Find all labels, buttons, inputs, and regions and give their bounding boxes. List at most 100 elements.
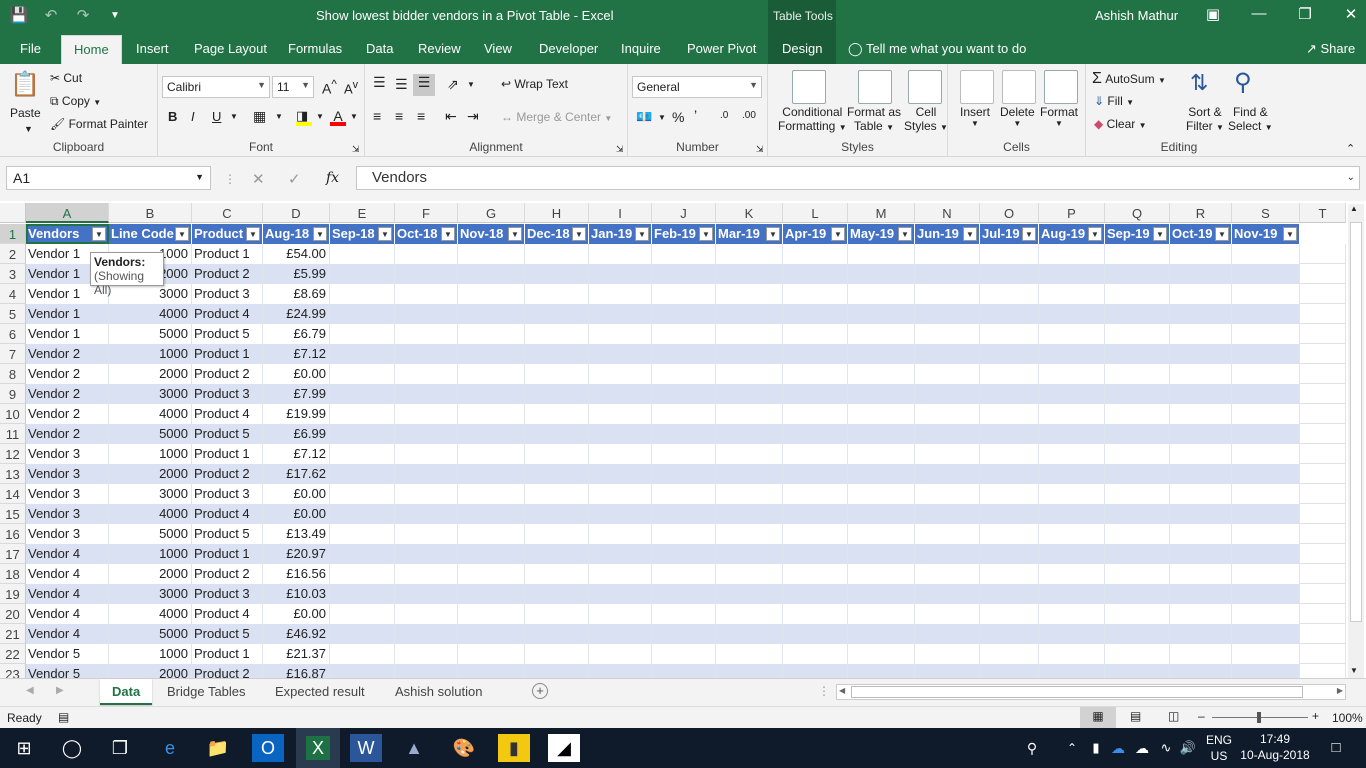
table-cell[interactable] [1039, 604, 1105, 624]
table-cell[interactable]: £54.00 [263, 244, 330, 264]
table-cell[interactable] [980, 504, 1039, 524]
table-cell[interactable] [848, 464, 915, 484]
table-cell[interactable] [1105, 504, 1170, 524]
table-cell[interactable]: Product 3 [192, 484, 263, 504]
table-cell[interactable] [848, 324, 915, 344]
expand-formula-icon[interactable]: ⌄ [1347, 172, 1355, 183]
table-cell[interactable] [1105, 544, 1170, 564]
table-cell[interactable] [716, 324, 783, 344]
table-cell[interactable] [330, 244, 395, 264]
empty-cell[interactable] [1300, 384, 1346, 404]
table-cell[interactable] [848, 584, 915, 604]
table-cell[interactable] [330, 364, 395, 384]
table-cell[interactable] [395, 604, 458, 624]
table-cell[interactable] [330, 624, 395, 644]
empty-cell[interactable] [1300, 604, 1346, 624]
table-cell[interactable] [915, 364, 980, 384]
table-cell[interactable] [330, 344, 395, 364]
table-cell[interactable] [589, 624, 652, 644]
table-cell[interactable] [652, 584, 716, 604]
table-cell[interactable] [915, 244, 980, 264]
table-cell[interactable] [1232, 584, 1300, 604]
table-cell[interactable] [783, 464, 848, 484]
excel-taskbar-icon[interactable]: X [296, 728, 340, 768]
table-cell[interactable]: 2000 [109, 564, 192, 584]
table-cell[interactable] [458, 444, 525, 464]
table-cell[interactable]: £24.99 [263, 304, 330, 324]
table-cell[interactable] [525, 424, 589, 444]
table-cell[interactable] [330, 504, 395, 524]
enter-icon[interactable]: ✓ [288, 170, 301, 188]
row-header[interactable]: 10 [0, 404, 26, 424]
table-cell[interactable] [848, 564, 915, 584]
table-cell[interactable] [525, 504, 589, 524]
paste-dropdown-icon[interactable]: ▼ [24, 124, 33, 134]
table-cell[interactable] [1232, 484, 1300, 504]
table-cell[interactable]: Vendor 4 [26, 624, 109, 644]
page-layout-view-icon[interactable]: ▤ [1130, 709, 1141, 723]
table-cell[interactable]: Vendor 4 [26, 544, 109, 564]
column-header[interactable]: Q [1105, 203, 1170, 223]
table-cell[interactable] [458, 484, 525, 504]
fill-color-dropdown-icon[interactable]: ▼ [316, 112, 324, 121]
table-cell[interactable] [1170, 544, 1232, 564]
empty-cell[interactable] [1300, 404, 1346, 424]
column-header[interactable]: L [783, 203, 848, 223]
table-cell[interactable] [915, 324, 980, 344]
table-header-cell[interactable]: May-19 ▼ [848, 224, 915, 244]
table-cell[interactable] [1105, 364, 1170, 384]
table-cell[interactable] [1039, 524, 1105, 544]
vertical-scrollbar[interactable]: ▲ ▼ [1348, 204, 1364, 678]
table-cell[interactable] [980, 404, 1039, 424]
table-cell[interactable] [458, 284, 525, 304]
column-header[interactable]: O [980, 203, 1039, 223]
filter-dropdown-icon[interactable]: ▼ [508, 227, 522, 241]
table-cell[interactable]: Product 3 [192, 584, 263, 604]
table-cell[interactable]: 1000 [109, 644, 192, 664]
table-cell[interactable]: 5000 [109, 424, 192, 444]
table-cell[interactable] [458, 324, 525, 344]
column-header[interactable]: N [915, 203, 980, 223]
table-cell[interactable] [395, 624, 458, 644]
cell-styles-button[interactable]: Cell Styles ▼ [904, 105, 948, 133]
column-header[interactable]: K [716, 203, 783, 223]
table-cell[interactable] [395, 284, 458, 304]
increase-indent-icon[interactable]: ⇥ [467, 108, 479, 125]
table-header-cell[interactable]: Oct-18 ▼ [395, 224, 458, 244]
table-cell[interactable] [589, 304, 652, 324]
column-header[interactable]: A [26, 203, 109, 223]
table-cell[interactable]: Vendor 2 [26, 424, 109, 444]
table-cell[interactable] [1170, 324, 1232, 344]
sort-filter-icon[interactable]: ⇅ [1190, 70, 1208, 96]
row-header[interactable]: 20 [0, 604, 26, 624]
table-cell[interactable] [1170, 384, 1232, 404]
table-cell[interactable] [1039, 464, 1105, 484]
table-cell[interactable]: £6.99 [263, 424, 330, 444]
table-header-cell[interactable]: Feb-19 ▼ [652, 224, 716, 244]
table-cell[interactable] [525, 324, 589, 344]
table-cell[interactable] [589, 344, 652, 364]
sheet-tab-data[interactable]: Data [100, 679, 153, 705]
table-cell[interactable] [652, 364, 716, 384]
table-cell[interactable] [525, 644, 589, 664]
table-cell[interactable] [330, 424, 395, 444]
table-cell[interactable] [848, 284, 915, 304]
table-cell[interactable] [458, 624, 525, 644]
table-cell[interactable] [525, 364, 589, 384]
table-cell[interactable]: £10.03 [263, 584, 330, 604]
table-cell[interactable] [1105, 564, 1170, 584]
table-cell[interactable] [1039, 644, 1105, 664]
table-cell[interactable] [589, 584, 652, 604]
table-cell[interactable] [395, 544, 458, 564]
table-cell[interactable] [330, 484, 395, 504]
underline-dropdown-icon[interactable]: ▼ [230, 112, 238, 121]
filter-dropdown-icon[interactable]: ▼ [246, 227, 260, 241]
table-cell[interactable]: Product 3 [192, 284, 263, 304]
clock[interactable]: 17:49 10-Aug-2018 [1240, 732, 1310, 762]
percent-style-icon[interactable]: % [672, 109, 684, 125]
filter-dropdown-icon[interactable]: ▼ [1283, 227, 1297, 241]
table-cell[interactable] [915, 604, 980, 624]
table-cell[interactable] [652, 284, 716, 304]
table-cell[interactable] [1170, 264, 1232, 284]
redo-icon[interactable]: ↷ [72, 6, 94, 24]
